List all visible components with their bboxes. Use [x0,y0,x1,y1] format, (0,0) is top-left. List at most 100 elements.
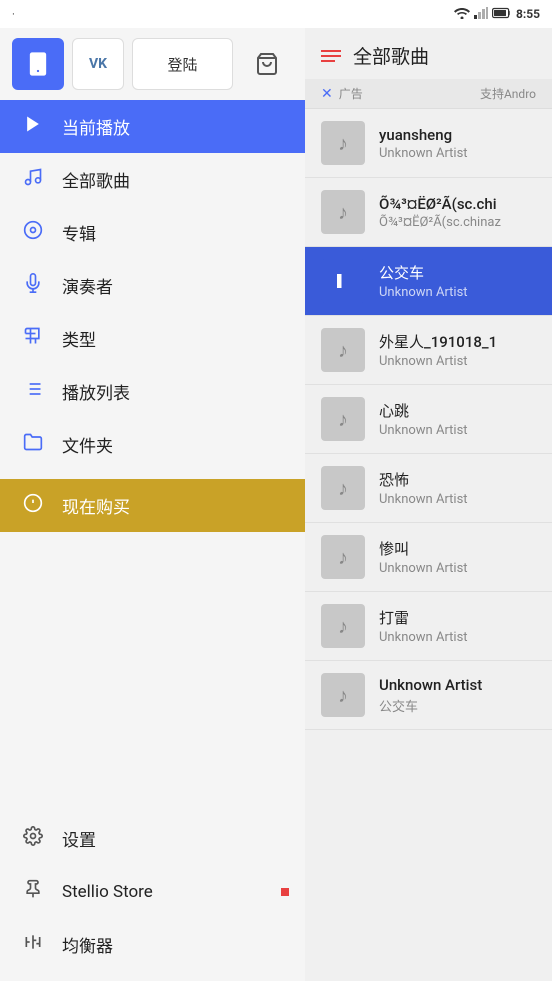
login-button[interactable]: 登陆 [132,38,233,90]
song-artist: Unknown Artist [379,423,536,438]
right-panel-title: 全部歌曲 [353,42,536,69]
song-artist: Õ¾³¤ËØ²Ã(sc.chinaz [379,215,536,230]
song-info: 心跳 Unknown Artist [379,400,536,438]
eq-icon [20,932,46,957]
table-row[interactable]: ♪ yuansheng Unknown Artist [305,109,552,178]
cart-button[interactable] [241,38,293,90]
music-note-icon: ♪ [338,200,348,225]
song-title: 心跳 [379,400,536,421]
song-thumb: ♪ [321,397,365,441]
ad-support-text: 支持Andro [480,85,536,102]
music-icon [20,167,46,192]
sidebar-label-equalizer: 均衡器 [62,932,113,957]
song-list: ♪ yuansheng Unknown Artist ♪ Õ¾³¤ËØ²Ã(sc… [305,109,552,981]
song-info: 公交车 Unknown Artist [379,262,536,300]
table-row[interactable]: 公交车 Unknown Artist [305,247,552,316]
table-row[interactable]: ♪ 惨叫 Unknown Artist [305,523,552,592]
sidebar-item-all-songs[interactable]: 全部歌曲 [0,153,305,206]
sidebar-item-playlists[interactable]: 播放列表 [0,365,305,418]
mic-icon [20,273,46,298]
status-bar: · 8:55 [0,0,552,28]
song-artist: Unknown Artist [379,492,536,507]
sidebar-label-playlists: 播放列表 [62,379,130,404]
song-title: 公交车 [379,262,536,283]
sidebar-item-now-playing[interactable]: 当前播放 [0,100,305,153]
sidebar-label-stellio-store: Stellio Store [62,882,153,902]
main-layout: VK 登陆 当前播放 [0,28,552,981]
play-icon [20,114,46,139]
sidebar-item-artists[interactable]: 演奏者 [0,259,305,312]
disc-icon [20,220,46,245]
sidebar-label-now-playing: 当前播放 [62,114,130,139]
song-title: 恐怖 [379,469,536,490]
song-artist: Unknown Artist [379,146,536,161]
sidebar-top-bar: VK 登陆 [0,28,305,100]
sidebar-label-buy: 现在购买 [62,493,130,518]
table-row[interactable]: ♪ 恐怖 Unknown Artist [305,454,552,523]
sidebar-item-stellio-store[interactable]: Stellio Store [0,865,305,918]
store-badge [281,888,289,896]
music-note-icon: ♪ [338,683,348,708]
hamburger-line-1 [321,50,341,52]
song-info: 惨叫 Unknown Artist [379,538,536,576]
song-title: 惨叫 [379,538,536,559]
device-button[interactable] [12,38,64,90]
song-artist: Unknown Artist [379,354,536,369]
ad-text: 广告 [339,85,363,102]
sidebar-label-all-songs: 全部歌曲 [62,167,130,192]
pin-icon [20,879,46,904]
table-row[interactable]: ♪ 外星人_191018_1 Unknown Artist [305,316,552,385]
sidebar-item-buy[interactable]: 现在购买 [0,479,305,532]
song-artist: Unknown Artist [379,561,536,576]
table-row[interactable]: ♪ Õ¾³¤ËØ²Ã(sc.chi Õ¾³¤ËØ²Ã(sc.chinaz [305,178,552,247]
tag-icon [20,493,46,518]
pause-button[interactable] [321,259,365,303]
sidebar-item-equalizer[interactable]: 均衡器 [0,918,305,971]
sidebar-item-genres[interactable]: 类型 [0,312,305,365]
sidebar-label-albums: 专辑 [62,220,96,245]
table-row[interactable]: ♪ 心跳 Unknown Artist [305,385,552,454]
hamburger-line-2 [321,55,341,57]
song-info: 恐怖 Unknown Artist [379,469,536,507]
table-row[interactable]: ♪ 打雷 Unknown Artist [305,592,552,661]
music-note-icon: ♪ [338,338,348,363]
sidebar-label-folders: 文件夹 [62,432,113,457]
song-thumb: ♪ [321,673,365,717]
music-note-icon: ♪ [338,476,348,501]
guitar-icon [20,326,46,351]
sidebar-item-settings[interactable]: 设置 [0,812,305,865]
sidebar-item-albums[interactable]: 专辑 [0,206,305,259]
song-title: yuansheng [379,126,536,144]
time-display: 8:55 [516,7,540,21]
table-row[interactable]: ♪ Unknown Artist 公交车 [305,661,552,730]
sidebar-label-settings: 设置 [62,826,96,851]
song-thumb: ♪ [321,535,365,579]
song-thumb: ♪ [321,121,365,165]
song-title: 外星人_191018_1 [379,331,536,352]
song-artist: Unknown Artist [379,630,536,645]
signal-icon [474,7,488,22]
music-note-icon: ♪ [338,131,348,156]
song-info: Õ¾³¤ËØ²Ã(sc.chi Õ¾³¤ËØ²Ã(sc.chinaz [379,195,536,230]
list-icon [20,379,46,404]
sidebar-item-folders[interactable]: 文件夹 [0,418,305,471]
song-info: 打雷 Unknown Artist [379,607,536,645]
song-thumb: ♪ [321,466,365,510]
song-artist: Unknown Artist [379,285,536,300]
song-title: 打雷 [379,607,536,628]
status-right: 8:55 [454,7,540,22]
music-note-icon: ♪ [338,614,348,639]
song-info: yuansheng Unknown Artist [379,126,536,161]
sidebar-label-artists: 演奏者 [62,273,113,298]
hamburger-button[interactable] [321,50,341,62]
song-thumb: ♪ [321,604,365,648]
sidebar-bottom: 设置 Stellio Store 均衡器 [0,812,305,981]
vk-button[interactable]: VK [72,38,124,90]
music-note-icon: ♪ [338,407,348,432]
right-panel: 全部歌曲 ✕ 广告 支持Andro ♪ yuansheng Unknown Ar… [305,28,552,981]
battery-icon [492,7,512,22]
song-thumb: ♪ [321,328,365,372]
sidebar-label-genres: 类型 [62,326,96,351]
song-title: Õ¾³¤ËØ²Ã(sc.chi [379,195,536,213]
ad-close-button[interactable]: ✕ [321,86,333,102]
